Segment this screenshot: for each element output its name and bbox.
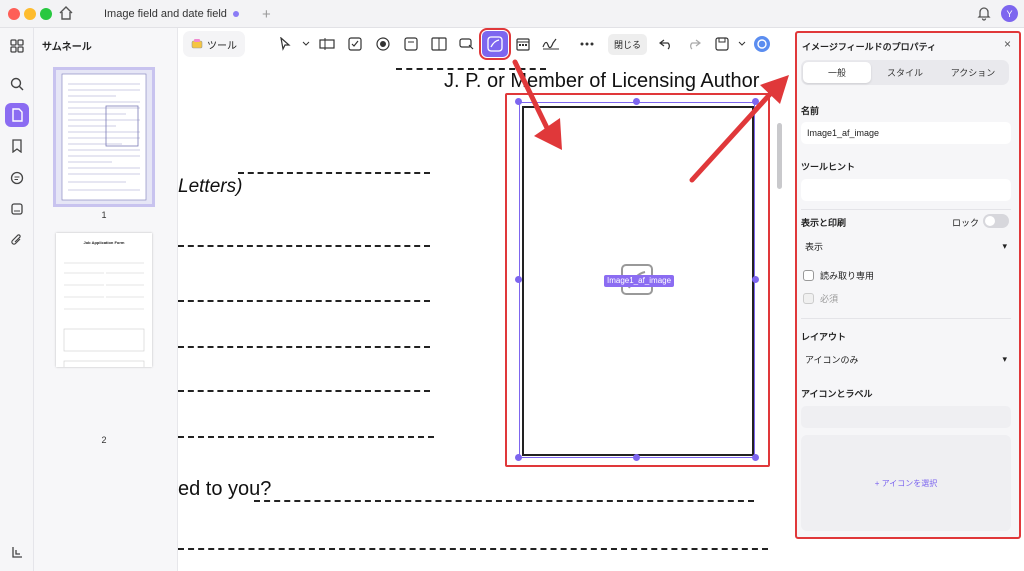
display-print-label: 表示と印刷 [801, 218, 847, 228]
select-icon-button[interactable]: + アイコンを選択 [875, 478, 938, 489]
icon-label-heading: アイコンとラベル [801, 389, 873, 399]
image-field-properties-panel: イメージフィールドのプロパティ × 一般 スタイル アクション 名前 Image… [795, 31, 1021, 539]
readonly-label: 読み取り専用 [820, 271, 875, 281]
layout-select-value: アイコンのみ [805, 354, 859, 365]
name-label: 名前 [801, 106, 820, 116]
chevron-down-icon: ▾ [1002, 353, 1007, 364]
tab-general[interactable]: 一般 [803, 62, 871, 83]
tab-action[interactable]: アクション [939, 62, 1007, 83]
divider [801, 209, 1011, 210]
layout-select[interactable]: アイコンのみ ▾ [801, 349, 1011, 369]
tab-style[interactable]: スタイル [871, 62, 939, 83]
close-icon[interactable]: × [1004, 37, 1011, 51]
panel-tabs: 一般 スタイル アクション [801, 60, 1009, 85]
lock-label: ロック [952, 218, 980, 228]
tooltip-field[interactable] [801, 179, 1011, 201]
display-select-value: 表示 [805, 241, 824, 252]
readonly-row[interactable]: 読み取り専用 [803, 269, 874, 282]
display-select[interactable]: 表示 ▾ [801, 236, 1011, 256]
arrow-to-image-field [512, 59, 551, 133]
select-icon-dropzone[interactable]: + アイコンを選択 [801, 435, 1011, 531]
required-label: 必須 [820, 294, 839, 304]
required-row[interactable]: 必須 [803, 292, 838, 305]
required-checkbox[interactable] [803, 293, 814, 304]
readonly-checkbox[interactable] [803, 270, 814, 281]
lock-toggle[interactable] [983, 214, 1009, 228]
icon-label-field[interactable] [801, 406, 1011, 428]
chevron-down-icon: ▾ [1002, 240, 1007, 251]
layout-label: レイアウト [801, 332, 847, 342]
arrow-to-panel [689, 89, 775, 183]
tooltip-label: ツールヒント [801, 162, 856, 172]
panel-title: イメージフィールドのプロパティ [802, 42, 937, 52]
name-field[interactable]: Image1_af_image [801, 122, 1011, 144]
divider [801, 318, 1011, 319]
